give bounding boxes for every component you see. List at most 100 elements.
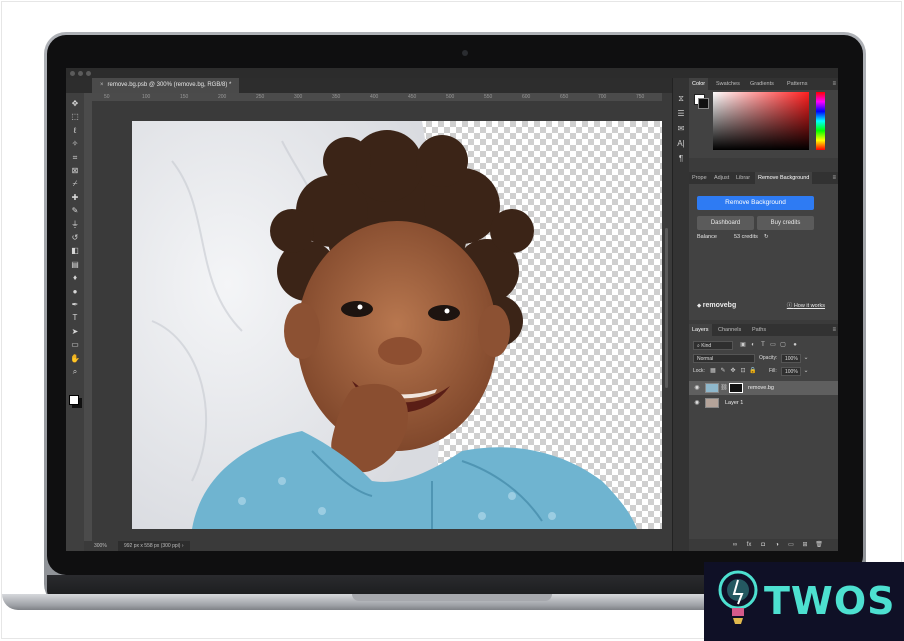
move-icon[interactable]: ✥	[70, 99, 80, 109]
color-picker-field[interactable]	[713, 92, 809, 150]
fx-icon[interactable]: fx	[745, 541, 753, 549]
eyedropper-icon[interactable]: ⌿	[70, 179, 80, 189]
tab-remove-background[interactable]: Remove Background	[755, 172, 813, 184]
pen-icon[interactable]: ✒	[70, 300, 80, 310]
ruler-tick-label: 200	[218, 94, 227, 100]
scrollbar-thumb[interactable]	[665, 228, 668, 388]
lock-image-icon[interactable]: ✎	[719, 367, 727, 375]
filter-pixel-icon[interactable]: ▣	[739, 341, 747, 349]
document-canvas[interactable]	[132, 121, 675, 529]
gradient-icon[interactable]: ▤	[70, 260, 80, 270]
collapsed-panels-strip: ⧖ ☰ ✉ A| ¶	[672, 78, 689, 551]
filter-smart-object-icon[interactable]: ▢	[779, 341, 787, 349]
marquee-icon[interactable]: ⬚	[70, 112, 80, 122]
tab-patterns[interactable]: Patterns	[784, 78, 810, 90]
lock-artboard-icon[interactable]: ⊡	[739, 367, 747, 375]
status-arrow-icon[interactable]: ›	[182, 543, 184, 549]
comment-icon[interactable]: ✉	[676, 124, 686, 134]
type-icon[interactable]: T	[70, 313, 80, 323]
panel-menu-icon[interactable]: ≡	[832, 172, 836, 184]
filter-shape-icon[interactable]: ▭	[769, 341, 777, 349]
brush-icon[interactable]: ✎	[70, 206, 80, 216]
how-it-works-link[interactable]: ⓘ How it works	[787, 301, 825, 311]
buy-credits-button[interactable]: Buy credits	[757, 216, 814, 230]
mask-icon[interactable]: ◘	[759, 541, 767, 549]
foreground-background-colors[interactable]	[69, 395, 79, 405]
layer-row-removebg[interactable]: ◉ ⛓ remove.bg	[689, 381, 838, 395]
history-icon[interactable]: ⧖	[676, 94, 686, 104]
tab-layers[interactable]: Layers	[689, 324, 712, 336]
zoom-icon[interactable]: ⌕	[70, 367, 80, 377]
history-brush-icon[interactable]: ↺	[70, 233, 80, 243]
magic-wand-icon[interactable]: ✧	[70, 139, 80, 149]
tab-properties[interactable]: Prope	[689, 172, 710, 184]
opacity-dropdown-icon[interactable]: ⌄	[802, 354, 810, 362]
tab-paths[interactable]: Paths	[749, 324, 769, 336]
path-select-icon[interactable]: ➤	[70, 327, 80, 337]
frame-icon[interactable]: ⊠	[70, 166, 80, 176]
crop-icon[interactable]: ⌗	[70, 153, 80, 163]
canvas-area[interactable]	[92, 101, 675, 541]
lock-position-icon[interactable]: ✥	[729, 367, 737, 375]
tab-channels[interactable]: Channels	[715, 324, 744, 336]
stamp-icon[interactable]: ⏚	[70, 220, 80, 230]
lock-all-icon[interactable]: 🔒	[749, 367, 757, 375]
fill-value: 100%	[785, 369, 798, 375]
filter-toggle-icon[interactable]: ●	[791, 341, 799, 349]
zoom-level[interactable]: 300%	[94, 541, 107, 551]
remove-background-button[interactable]: Remove Background	[697, 196, 814, 210]
dashboard-button[interactable]: Dashboard	[697, 216, 754, 230]
eye-icon[interactable]: ◉	[693, 399, 701, 407]
lock-transparent-icon[interactable]: ▦	[709, 367, 717, 375]
background-color-swatch[interactable]	[698, 98, 709, 109]
eraser-icon[interactable]: ◧	[70, 246, 80, 256]
paragraph-icon[interactable]: ¶	[676, 154, 686, 164]
tab-gradients[interactable]: Gradients	[747, 78, 777, 90]
fill-field[interactable]: 100%	[781, 367, 801, 376]
hand-icon[interactable]: ✋	[70, 354, 80, 364]
rectangle-icon[interactable]: ▭	[70, 340, 80, 350]
document-tab[interactable]: × remove.bg.psb @ 300% (remove.bg, RGB/8)…	[92, 78, 240, 93]
tab-color[interactable]: Color	[689, 78, 709, 90]
blend-mode-value: Normal	[697, 356, 714, 362]
new-layer-icon[interactable]: ⊞	[801, 541, 809, 549]
ruler-tick-label: 250	[256, 94, 265, 100]
chain-icon[interactable]: ⛓	[720, 384, 728, 392]
healing-brush-icon[interactable]: ✚	[70, 193, 80, 203]
tab-libraries[interactable]: Librar	[733, 172, 753, 184]
dodge-icon[interactable]: ●	[70, 287, 80, 297]
group-icon[interactable]: ▭	[787, 541, 795, 549]
opacity-field[interactable]: 100%	[781, 354, 801, 363]
character-icon[interactable]: A|	[676, 139, 686, 149]
canvas-vertical-scrollbar[interactable]	[662, 93, 672, 541]
filter-type-icon[interactable]: T	[759, 341, 767, 349]
removebg-logo-text: remove	[702, 302, 728, 309]
eye-icon[interactable]: ◉	[693, 384, 701, 392]
filter-adjustment-icon[interactable]: ◐	[749, 341, 757, 349]
panel-menu-icon[interactable]: ≡	[832, 324, 836, 336]
layer-row-layer-1[interactable]: ◉ Layer 1	[689, 396, 838, 410]
tab-adjustments[interactable]: Adjust	[711, 172, 732, 184]
fill-dropdown-icon[interactable]: ⌄	[802, 367, 810, 375]
refresh-icon[interactable]: ↻	[764, 233, 769, 241]
close-tab-icon[interactable]: ×	[100, 82, 104, 88]
hue-slider[interactable]	[816, 92, 825, 150]
layer-mask-thumbnail[interactable]	[729, 383, 743, 393]
minimize-window-button[interactable]	[78, 71, 83, 76]
lasso-icon[interactable]: ℓ	[70, 126, 80, 136]
ruler-tick-label: 650	[560, 94, 569, 100]
zoom-window-button[interactable]	[86, 71, 91, 76]
blend-mode-select[interactable]: Normal	[693, 354, 755, 363]
ruler-tick-label: 350	[332, 94, 341, 100]
adjustment-icon[interactable]: ◑	[773, 541, 781, 549]
ruler-tick-label: 600	[522, 94, 531, 100]
panel-menu-icon[interactable]: ≡	[832, 78, 836, 90]
link-icon[interactable]: ∞	[731, 541, 739, 549]
blur-icon[interactable]: ♦	[70, 273, 80, 283]
kind-filter-select[interactable]: ⌕ Kind	[693, 341, 733, 350]
tab-swatches[interactable]: Swatches	[713, 78, 743, 90]
trash-icon[interactable]: 🗑	[815, 541, 823, 549]
document-info[interactable]: 992 px x 558 px (300 ppi) ›	[118, 541, 190, 551]
close-window-button[interactable]	[70, 71, 75, 76]
properties-icon[interactable]: ☰	[676, 109, 686, 119]
